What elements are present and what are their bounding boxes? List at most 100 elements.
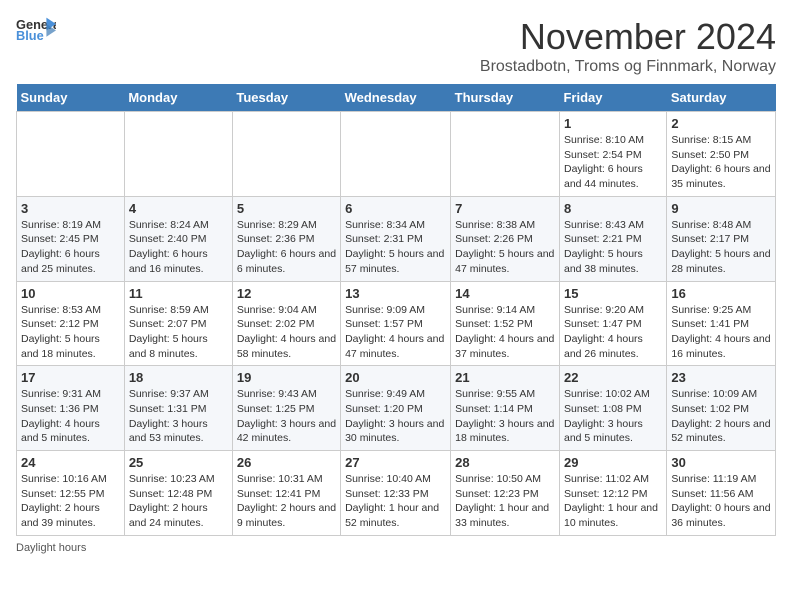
calendar-cell: 5Sunrise: 8:29 AM Sunset: 2:36 PM Daylig… <box>232 196 340 281</box>
day-info: Sunrise: 9:04 AM Sunset: 2:02 PM Dayligh… <box>237 303 336 362</box>
calendar-week-row: 3Sunrise: 8:19 AM Sunset: 2:45 PM Daylig… <box>17 196 776 281</box>
calendar-header-row: SundayMondayTuesdayWednesdayThursdayFrid… <box>17 84 776 112</box>
calendar-cell: 8Sunrise: 8:43 AM Sunset: 2:21 PM Daylig… <box>559 196 666 281</box>
day-info: Sunrise: 8:34 AM Sunset: 2:31 PM Dayligh… <box>345 218 446 277</box>
calendar-cell: 17 Sunrise: 9:31 AM Sunset: 1:36 PM Dayli… <box>17 366 125 451</box>
weekday-header-wednesday: Wednesday <box>341 84 451 112</box>
day-info: Sunrise: 8:59 AM Sunset: 2:07 PM Dayligh… <box>129 303 228 362</box>
logo: General Blue <box>16 16 56 44</box>
day-number: 26 <box>237 455 336 470</box>
day-number: 14 <box>455 286 555 301</box>
logo-icon: General Blue <box>16 16 56 44</box>
calendar-week-row: 1Sunrise: 8:10 AM Sunset: 2:54 PM Daylig… <box>17 112 776 197</box>
calendar-cell <box>124 112 232 197</box>
day-number: 23 <box>671 370 771 385</box>
day-info: Sunrise: 8:29 AM Sunset: 2:36 PM Dayligh… <box>237 218 336 277</box>
svg-text:Blue: Blue <box>16 28 44 43</box>
calendar-cell: 2Sunrise: 8:15 AM Sunset: 2:50 PM Daylig… <box>667 112 776 197</box>
calendar-cell: 14Sunrise: 9:14 AM Sunset: 1:52 PM Dayli… <box>451 281 560 366</box>
day-number: 24 <box>21 455 120 470</box>
day-number: 17 <box>21 370 120 385</box>
day-info: Sunrise: 10:02 AM Sunset: 1:08 PM Daylig… <box>564 387 662 446</box>
day-number: 1 <box>564 116 662 131</box>
day-info: Sunrise: 9:55 AM Sunset: 1:14 PM Dayligh… <box>455 387 555 446</box>
calendar-cell: 4Sunrise: 8:24 AM Sunset: 2:40 PM Daylig… <box>124 196 232 281</box>
day-info: Sunrise: 10:40 AM Sunset: 12:33 PM Dayli… <box>345 472 446 531</box>
day-info: Sunrise: 8:48 AM Sunset: 2:17 PM Dayligh… <box>671 218 771 277</box>
day-number: 18 <box>129 370 228 385</box>
day-number: 21 <box>455 370 555 385</box>
day-number: 6 <box>345 201 446 216</box>
day-info: Sunrise: 10:31 AM Sunset: 12:41 PM Dayli… <box>237 472 336 531</box>
day-number: 19 <box>237 370 336 385</box>
weekday-header-tuesday: Tuesday <box>232 84 340 112</box>
calendar-cell: 1Sunrise: 8:10 AM Sunset: 2:54 PM Daylig… <box>559 112 666 197</box>
day-number: 13 <box>345 286 446 301</box>
day-number: 30 <box>671 455 771 470</box>
day-info: Sunrise: 9:31 AM Sunset: 1:36 PM Dayligh… <box>21 387 120 446</box>
day-info: Sunrise: 10:16 AM Sunset: 12:55 PM Dayli… <box>21 472 120 531</box>
day-info: Sunrise: 11:19 AM Sunset: 11:56 AM Dayli… <box>671 472 771 531</box>
calendar-cell: 21 Sunrise: 9:55 AM Sunset: 1:14 PM Dayli… <box>451 366 560 451</box>
day-info: Sunrise: 9:43 AM Sunset: 1:25 PM Dayligh… <box>237 387 336 446</box>
day-number: 10 <box>21 286 120 301</box>
calendar-cell <box>341 112 451 197</box>
calendar-location: Brostadbotn, Troms og Finnmark, Norway <box>480 58 776 76</box>
calendar-cell: 27 Sunrise: 10:40 AM Sunset: 12:33 PM Day… <box>341 451 451 536</box>
day-info: Sunrise: 9:37 AM Sunset: 1:31 PM Dayligh… <box>129 387 228 446</box>
calendar-cell <box>17 112 125 197</box>
calendar-cell: 20Sunrise: 9:49 AM Sunset: 1:20 PM Dayli… <box>341 366 451 451</box>
day-info: Sunrise: 10:09 AM Sunset: 1:02 PM Daylig… <box>671 387 771 446</box>
page-header: General Blue November 2024 Brostadbotn, … <box>16 16 776 76</box>
day-info: Sunrise: 11:02 AM Sunset: 12:12 PM Dayli… <box>564 472 662 531</box>
calendar-cell: 25 Sunrise: 10:23 AM Sunset: 12:48 PM Day… <box>124 451 232 536</box>
calendar-cell: 13 Sunrise: 9:09 AM Sunset: 1:57 PM Dayli… <box>341 281 451 366</box>
day-info: Sunrise: 9:20 AM Sunset: 1:47 PM Dayligh… <box>564 303 662 362</box>
calendar-week-row: 24 Sunrise: 10:16 AM Sunset: 12:55 PM Day… <box>17 451 776 536</box>
day-number: 28 <box>455 455 555 470</box>
calendar-cell: 18 Sunrise: 9:37 AM Sunset: 1:31 PM Dayli… <box>124 366 232 451</box>
day-number: 2 <box>671 116 771 131</box>
day-info: Sunrise: 8:24 AM Sunset: 2:40 PM Dayligh… <box>129 218 228 277</box>
calendar-week-row: 17 Sunrise: 9:31 AM Sunset: 1:36 PM Dayli… <box>17 366 776 451</box>
day-info: Sunrise: 9:25 AM Sunset: 1:41 PM Dayligh… <box>671 303 771 362</box>
calendar-cell: 16 Sunrise: 9:25 AM Sunset: 1:41 PM Dayli… <box>667 281 776 366</box>
calendar-cell: 12 Sunrise: 9:04 AM Sunset: 2:02 PM Dayli… <box>232 281 340 366</box>
day-number: 15 <box>564 286 662 301</box>
day-number: 25 <box>129 455 228 470</box>
calendar-cell: 11 Sunrise: 8:59 AM Sunset: 2:07 PM Dayli… <box>124 281 232 366</box>
footer-note: Daylight hours <box>16 542 776 554</box>
calendar-cell: 3Sunrise: 8:19 AM Sunset: 2:45 PM Daylig… <box>17 196 125 281</box>
calendar-week-row: 10Sunrise: 8:53 AM Sunset: 2:12 PM Dayli… <box>17 281 776 366</box>
day-number: 12 <box>237 286 336 301</box>
weekday-header-friday: Friday <box>559 84 666 112</box>
calendar-table: SundayMondayTuesdayWednesdayThursdayFrid… <box>16 84 776 536</box>
calendar-cell <box>232 112 340 197</box>
weekday-header-monday: Monday <box>124 84 232 112</box>
calendar-cell: 23 Sunrise: 10:09 AM Sunset: 1:02 PM Dayl… <box>667 366 776 451</box>
calendar-cell: 28 Sunrise: 10:50 AM Sunset: 12:23 PM Day… <box>451 451 560 536</box>
day-info: Sunrise: 8:43 AM Sunset: 2:21 PM Dayligh… <box>564 218 662 277</box>
day-info: Sunrise: 8:19 AM Sunset: 2:45 PM Dayligh… <box>21 218 120 277</box>
day-info: Sunrise: 10:23 AM Sunset: 12:48 PM Dayli… <box>129 472 228 531</box>
weekday-header-thursday: Thursday <box>451 84 560 112</box>
calendar-cell: 22 Sunrise: 10:02 AM Sunset: 1:08 PM Dayl… <box>559 366 666 451</box>
calendar-cell: 30 Sunrise: 11:19 AM Sunset: 11:56 AM Day… <box>667 451 776 536</box>
calendar-cell <box>451 112 560 197</box>
day-info: Sunrise: 10:50 AM Sunset: 12:23 PM Dayli… <box>455 472 555 531</box>
weekday-header-sunday: Sunday <box>17 84 125 112</box>
calendar-cell: 19 Sunrise: 9:43 AM Sunset: 1:25 PM Dayli… <box>232 366 340 451</box>
title-area: November 2024 Brostadbotn, Troms og Finn… <box>480 16 776 76</box>
day-number: 11 <box>129 286 228 301</box>
day-number: 7 <box>455 201 555 216</box>
day-info: Sunrise: 9:49 AM Sunset: 1:20 PM Dayligh… <box>345 387 446 446</box>
day-number: 27 <box>345 455 446 470</box>
day-info: Sunrise: 9:09 AM Sunset: 1:57 PM Dayligh… <box>345 303 446 362</box>
calendar-cell: 26 Sunrise: 10:31 AM Sunset: 12:41 PM Day… <box>232 451 340 536</box>
day-number: 29 <box>564 455 662 470</box>
calendar-cell: 29 Sunrise: 11:02 AM Sunset: 12:12 PM Day… <box>559 451 666 536</box>
calendar-cell: 10Sunrise: 8:53 AM Sunset: 2:12 PM Dayli… <box>17 281 125 366</box>
day-number: 22 <box>564 370 662 385</box>
calendar-cell: 15 Sunrise: 9:20 AM Sunset: 1:47 PM Dayli… <box>559 281 666 366</box>
day-number: 16 <box>671 286 771 301</box>
